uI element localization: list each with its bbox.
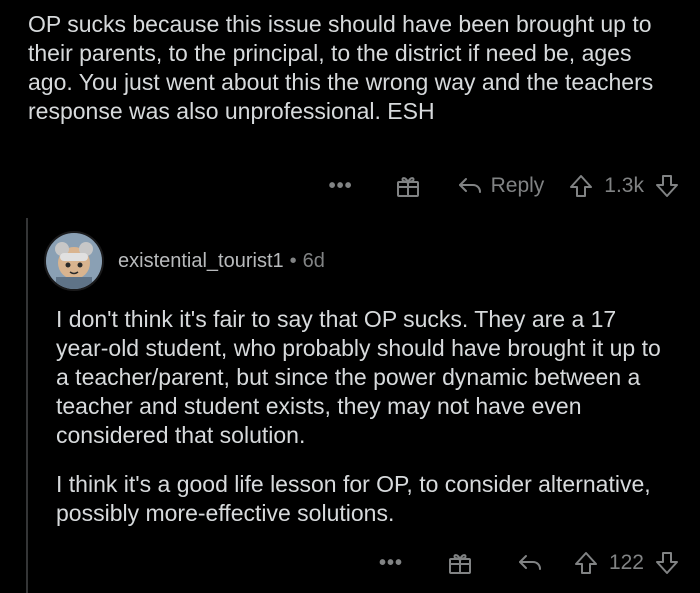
reply-arrow-icon xyxy=(518,555,541,570)
reply-comment-body: I don't think it's fair to say that OP s… xyxy=(56,305,666,548)
reply-label: Reply xyxy=(490,174,545,197)
reply-comment-actions: ••• 122 xyxy=(360,545,680,581)
vote-count: 1.3k xyxy=(604,174,644,197)
reply-meta: existential_tourist1 • 6d xyxy=(118,250,325,273)
reply-paragraph: I don't think it's fair to say that OP s… xyxy=(56,306,661,448)
thread-line xyxy=(26,218,28,593)
gift-icon xyxy=(396,177,419,197)
award-button[interactable] xyxy=(395,174,421,198)
reply-comment-header: existential_tourist1 • 6d xyxy=(44,231,325,291)
downvote-arrow-icon xyxy=(656,552,678,574)
reply-button[interactable] xyxy=(517,553,543,573)
reply-button[interactable]: Reply xyxy=(457,174,545,198)
more-options-button[interactable]: ••• xyxy=(379,552,403,575)
upvote-button[interactable] xyxy=(573,550,599,576)
meta-separator: • xyxy=(289,249,297,272)
avatar[interactable] xyxy=(44,231,104,291)
parent-comment-actions: ••• Reply 1.3k xyxy=(310,168,680,204)
parent-comment-body: OP sucks because this issue should have … xyxy=(28,11,654,124)
vote-count: 122 xyxy=(608,551,644,574)
downvote-arrow-icon xyxy=(656,175,678,197)
comment-age: 6d xyxy=(302,249,325,272)
reply-paragraph: I think it's a good life lesson for OP, … xyxy=(56,471,651,526)
gift-icon xyxy=(448,554,471,574)
reply-arrow-icon xyxy=(458,178,481,193)
award-button[interactable] xyxy=(447,551,473,575)
username-link[interactable]: existential_tourist1 xyxy=(118,250,284,273)
downvote-button[interactable] xyxy=(654,173,680,199)
upvote-button[interactable] xyxy=(568,173,594,199)
downvote-button[interactable] xyxy=(654,550,680,576)
more-options-button[interactable]: ••• xyxy=(329,175,353,198)
avatar-image-icon xyxy=(46,233,102,289)
upvote-arrow-icon xyxy=(574,552,597,574)
upvote-arrow-icon xyxy=(570,175,593,197)
